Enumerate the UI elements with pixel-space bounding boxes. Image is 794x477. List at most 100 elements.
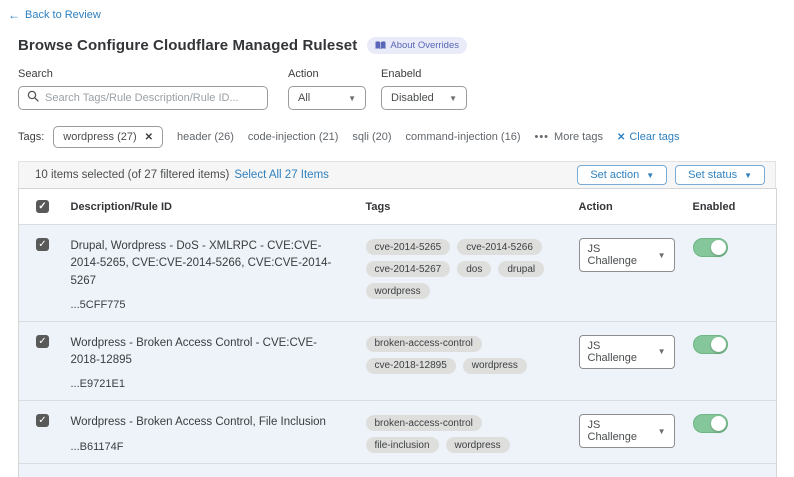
row-checkbox-cell: ✓ [19, 401, 71, 464]
row-tags-cell: broken-access-controlfile-inclusionwordp… [366, 401, 579, 464]
column-header-tags: Tags [366, 189, 579, 225]
enabled-toggle[interactable] [693, 238, 728, 257]
rule-description: Drupal, Wordpress - DoS - XMLRPC - CVE:C… [71, 238, 360, 290]
chevron-down-icon: ▼ [348, 94, 356, 103]
tag-pill: cve-2014-5266 [457, 239, 542, 255]
tag-pill: drupal [498, 261, 544, 277]
row-action-select[interactable]: JS Challenge ▼ [579, 238, 675, 272]
tag-pill: cve-2014-5265 [366, 239, 451, 255]
row-checkbox[interactable]: ✓ [36, 414, 49, 427]
row-action-cell: JS Challenge▼ [579, 321, 693, 401]
search-input[interactable] [45, 92, 259, 104]
tag-pill: wordpress [366, 283, 430, 299]
row-tags-cell: broken-access-controlwordpress [366, 464, 579, 477]
tag-pill: broken-access-control [366, 336, 482, 352]
selection-bar: 10 items selected (of 27 filtered items)… [18, 161, 776, 188]
toggle-knob [711, 240, 726, 255]
chevron-down-icon: ▼ [744, 171, 752, 180]
set-action-button[interactable]: Set action ▼ [577, 165, 667, 185]
ellipsis-icon: ••• [534, 131, 549, 143]
more-tags-button[interactable]: •••More tags [534, 131, 602, 143]
rule-description: Wordpress - Broken Access Control - CVE:… [71, 335, 360, 370]
table-row: ✓ Wordpress - Broken Access Control, File… [19, 401, 777, 464]
rule-id: ...B61174F [71, 441, 360, 453]
search-label: Search [18, 68, 268, 80]
clear-tags-button[interactable]: ✕Clear tags [617, 131, 680, 143]
tag-filter[interactable]: header (26) [177, 131, 234, 143]
back-link-label: Back to Review [25, 9, 101, 21]
tag-pill: cve-2018-12895 [366, 358, 456, 374]
tag-pill: file-inclusion [366, 437, 439, 453]
row-description-cell: Wordpress - Broken Access Control - Upda… [71, 464, 366, 477]
row-action-value: JS Challenge [588, 243, 650, 267]
enabled-toggle[interactable] [693, 414, 728, 433]
tag-pill: wordpress [446, 437, 510, 453]
row-checkbox[interactable]: ✓ [36, 335, 49, 348]
table-row: ✓ Wordpress - Broken Access Control - CVE… [19, 321, 777, 401]
row-enabled-cell [693, 321, 777, 401]
row-action-select[interactable]: JS Challenge ▼ [579, 414, 675, 448]
tag-filter[interactable]: sqli (20) [352, 131, 391, 143]
row-enabled-cell [693, 464, 777, 477]
chevron-down-icon: ▼ [658, 427, 666, 436]
row-action-select[interactable]: JS Challenge▼ [579, 335, 675, 369]
rules-table: ✓ Description/Rule ID Tags Action Enable… [18, 188, 777, 477]
tag-pill-list: cve-2014-5265 cve-2014-5266 cve-2014-5267 d… [366, 239, 573, 299]
tag-filter-list: header (26) code-injection (21) sqli (20) c… [163, 131, 520, 143]
tag-pill: cve-2014-5267 [366, 261, 451, 277]
toggle-knob [711, 337, 726, 352]
row-description-cell: Wordpress - Broken Access Control - CVE:… [71, 321, 366, 401]
search-icon [27, 89, 39, 107]
column-header-enabled: Enabled [693, 189, 777, 225]
row-action-value: JS Challenge [588, 340, 650, 364]
browse-ruleset-page: ← Back to Review Browse Configure Cloudf… [0, 0, 794, 477]
column-header-description: Description/Rule ID [71, 189, 366, 225]
toggle-knob [711, 416, 726, 431]
enabled-toggle[interactable] [693, 335, 728, 354]
remove-tag-icon[interactable]: ✕ [145, 132, 153, 143]
table-header-row: ✓ Description/Rule ID Tags Action Enable… [19, 189, 777, 225]
rule-description: Wordpress - Broken Access Control, File … [71, 414, 360, 431]
about-badge-label: About Overrides [390, 40, 459, 51]
row-action-cell: JS Challenge ▼ [579, 225, 693, 322]
chevron-down-icon: ▼ [658, 251, 666, 260]
back-arrow-icon: ← [8, 8, 20, 22]
tag-filter[interactable]: command-injection (16) [406, 131, 521, 143]
selected-tag-label: wordpress (27) [63, 131, 136, 143]
enabled-filter-value: Disabled [391, 92, 434, 104]
action-filter-select[interactable]: All ▼ [288, 86, 366, 110]
tags-label: Tags: [18, 131, 44, 143]
select-all-checkbox[interactable]: ✓ [36, 200, 49, 213]
row-enabled-cell [693, 225, 777, 322]
page-title: Browse Configure Cloudflare Managed Rule… [18, 37, 357, 54]
tag-pill-list: broken-access-controlfile-inclusionwordp… [366, 415, 573, 453]
row-action-cell: JS Challenge ▼ [579, 401, 693, 464]
back-to-review-link[interactable]: ← Back to Review [8, 8, 101, 22]
table-row: ✓ Drupal, Wordpress - DoS - XMLRPC - CVE:… [19, 225, 777, 322]
action-filter-label: Action [288, 68, 366, 80]
rule-id: ...5CFF775 [71, 299, 360, 311]
book-icon [375, 41, 386, 50]
tag-pill-list: broken-access-control cve-2018-12895 wordp… [366, 336, 573, 374]
selection-summary: 10 items selected (of 27 filtered items) [35, 169, 229, 181]
tag-pill: dos [457, 261, 491, 277]
row-action-value: JS Challenge [588, 419, 650, 443]
row-checkbox-cell: ✓ [19, 321, 71, 401]
set-status-button[interactable]: Set status ▼ [675, 165, 765, 185]
select-all-link[interactable]: Select All 27 Items [234, 169, 329, 181]
table-row: ✓Wordpress - Broken Access Control - Upd… [19, 464, 777, 477]
chevron-down-icon: ▼ [449, 94, 457, 103]
enabled-filter-label: Enabeld [381, 68, 467, 80]
column-header-action: Action [579, 189, 693, 225]
tag-filter[interactable]: code-injection (21) [248, 131, 339, 143]
row-tags-cell: broken-access-control cve-2018-12895 wordp… [366, 321, 579, 401]
row-tags-cell: cve-2014-5265 cve-2014-5266 cve-2014-5267 d… [366, 225, 579, 322]
row-checkbox[interactable]: ✓ [36, 238, 49, 251]
chevron-down-icon: ▼ [646, 171, 654, 180]
about-overrides-badge[interactable]: About Overrides [367, 37, 467, 54]
selected-tag-chip[interactable]: wordpress (27) ✕ [53, 126, 163, 148]
tag-pill: wordpress [463, 358, 527, 374]
row-action-cell: JS Challenge▼ [579, 464, 693, 477]
enabled-filter-select[interactable]: Disabled ▼ [381, 86, 467, 110]
search-input-wrapper [18, 86, 268, 110]
